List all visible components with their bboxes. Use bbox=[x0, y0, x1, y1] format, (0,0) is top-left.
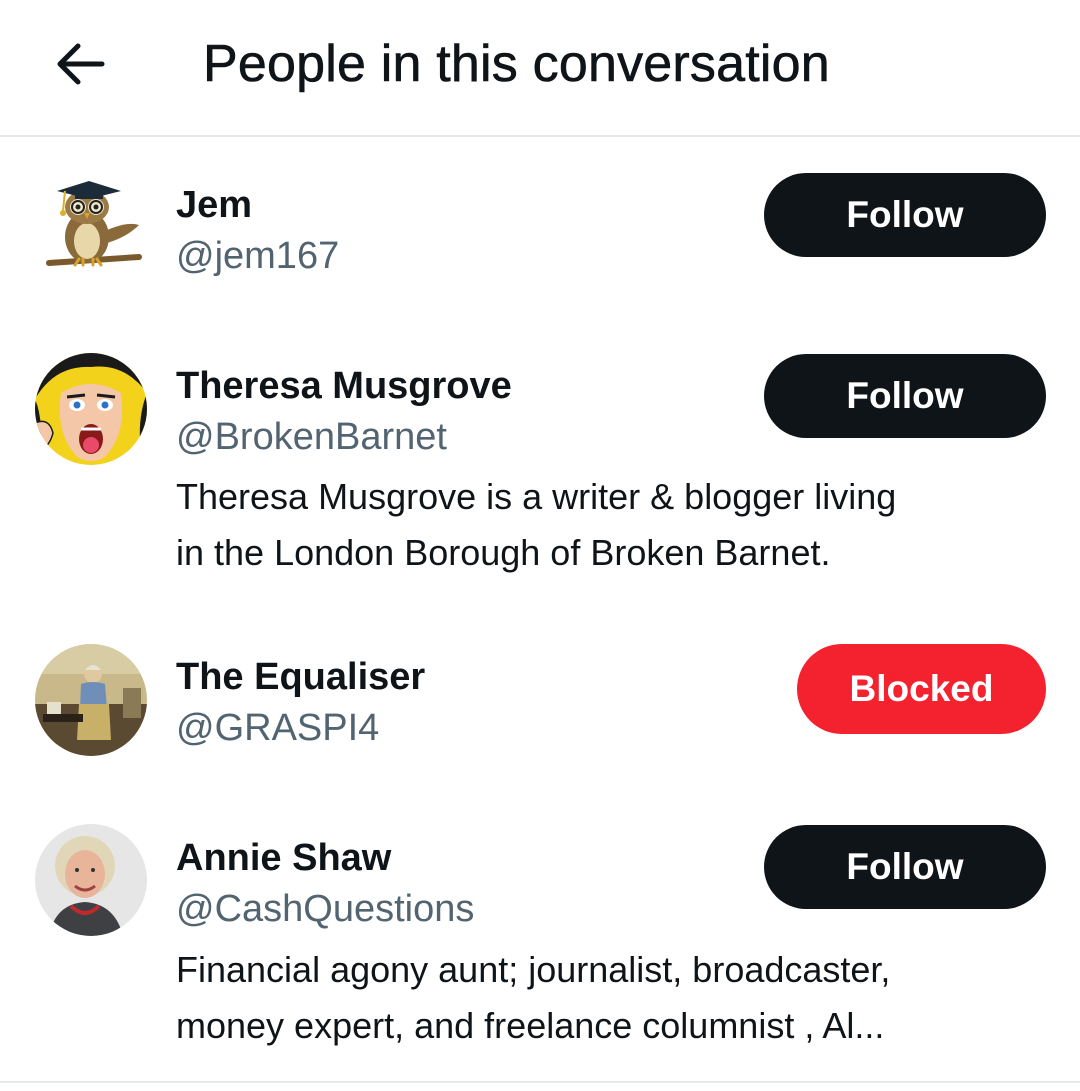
user-name: The Equaliser bbox=[176, 656, 426, 698]
comic-screaming-woman-avatar-icon bbox=[35, 353, 147, 465]
user-handle: @jem167 bbox=[176, 235, 340, 277]
avatar[interactable] bbox=[35, 353, 147, 465]
user-handle: @GRASPI4 bbox=[176, 707, 380, 749]
back-button[interactable] bbox=[44, 28, 116, 100]
painting-figure-avatar-icon bbox=[35, 644, 147, 756]
arrow-left-icon bbox=[57, 43, 105, 85]
blocked-button[interactable]: Blocked bbox=[797, 644, 1046, 734]
woman-portrait-avatar-icon bbox=[35, 824, 147, 936]
bio-line: Theresa Musgrove is a writer & blogger l… bbox=[176, 476, 897, 517]
page-title: People in this conversation bbox=[203, 35, 830, 94]
bio-line: in the London Borough of Broken Barnet. bbox=[176, 532, 831, 573]
follow-button[interactable]: Follow bbox=[764, 354, 1046, 438]
user-handle: @CashQuestions bbox=[176, 888, 475, 930]
avatar[interactable] bbox=[35, 644, 147, 756]
user-name: Jem bbox=[176, 184, 253, 226]
user-name: Theresa Musgrove bbox=[176, 365, 512, 407]
owl-graduate-avatar-icon bbox=[35, 167, 147, 279]
user-name: Annie Shaw bbox=[176, 837, 392, 879]
user-bio: Financial agony aunt; journalist, broadc… bbox=[176, 942, 1056, 1054]
follow-button[interactable]: Follow bbox=[764, 173, 1046, 257]
top-bar: People in this conversation bbox=[0, 0, 1080, 137]
user-bio: Theresa Musgrove is a writer & blogger l… bbox=[176, 469, 1056, 581]
follow-button[interactable]: Follow bbox=[764, 825, 1046, 909]
avatar[interactable] bbox=[35, 824, 147, 936]
divider bbox=[0, 1081, 1080, 1083]
user-handle: @BrokenBarnet bbox=[176, 416, 447, 458]
bio-line: money expert, and freelance columnist , … bbox=[176, 1005, 885, 1046]
avatar[interactable] bbox=[35, 167, 147, 279]
bio-line: Financial agony aunt; journalist, broadc… bbox=[176, 949, 891, 990]
